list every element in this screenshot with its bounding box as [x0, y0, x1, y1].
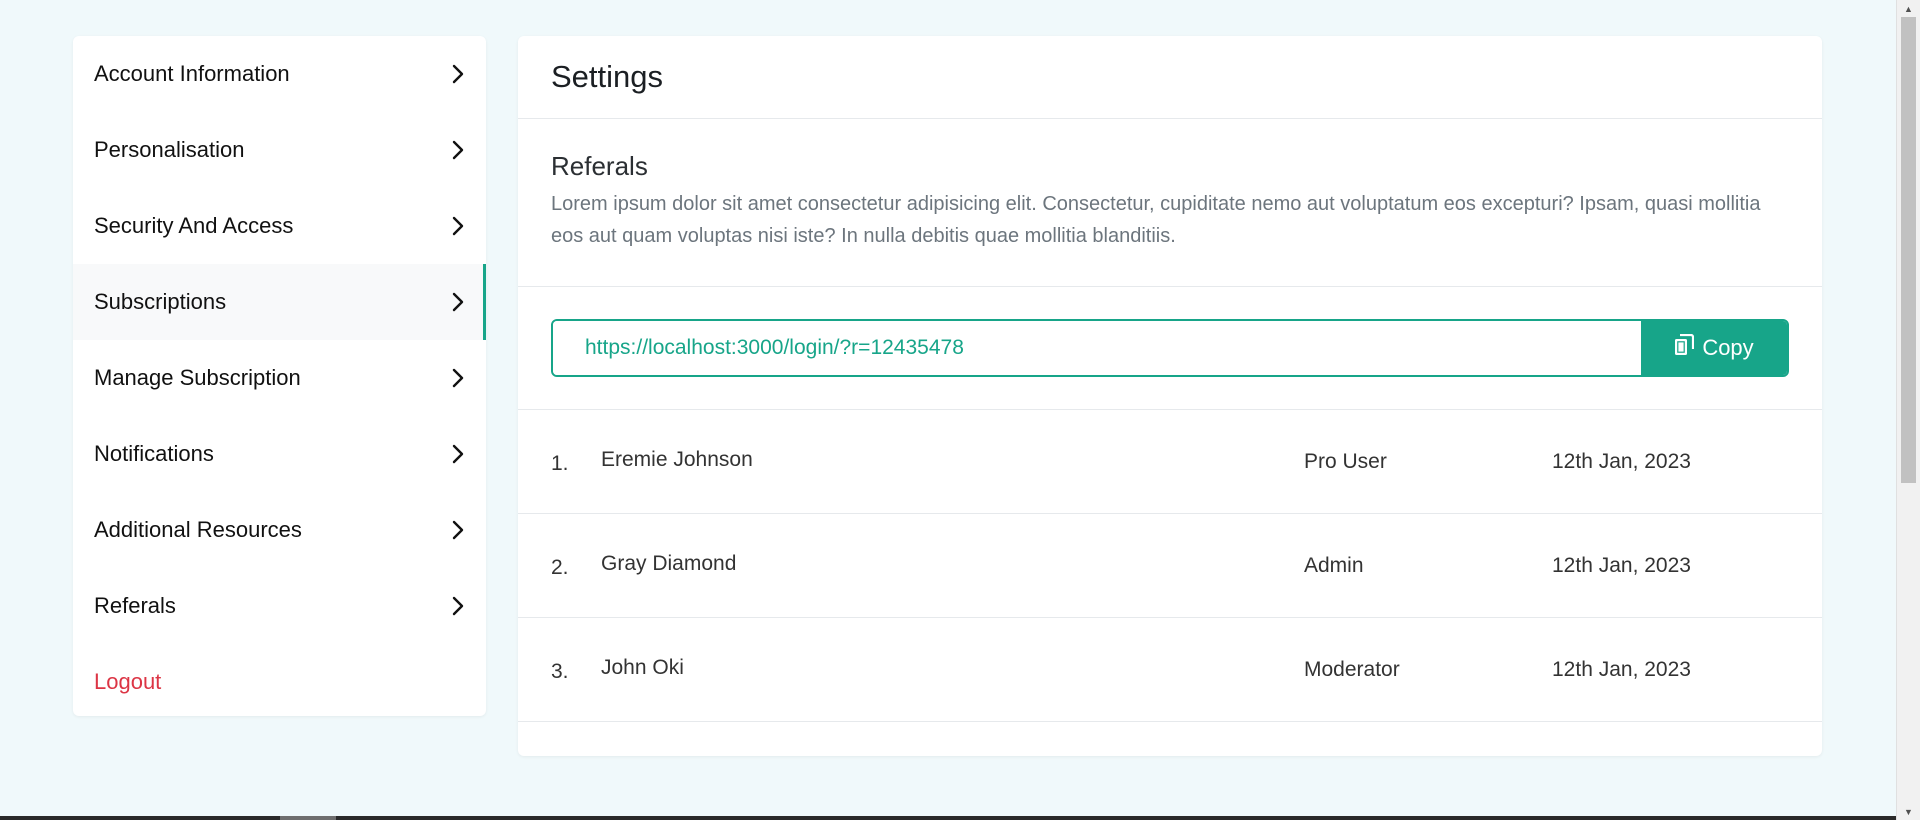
- referral-date: 12th Jan, 2023: [1552, 449, 1691, 473]
- chevron-right-icon: [451, 443, 465, 465]
- sidebar-item-personalisation[interactable]: Personalisation: [73, 112, 486, 188]
- section-description: Lorem ipsum dolor sit amet consectetur a…: [551, 193, 1761, 247]
- referals-section: Referals Lorem ipsum dolor sit amet cons…: [518, 119, 1822, 287]
- sidebar-item-label: Referals: [94, 593, 176, 618]
- referral-link-row: Copy: [518, 287, 1822, 410]
- referral-index: 3.: [551, 659, 569, 683]
- chevron-right-icon: [451, 367, 465, 389]
- chevron-right-icon: [451, 63, 465, 85]
- page-title: Settings: [551, 59, 664, 94]
- referral-link-group: Copy: [551, 319, 1789, 377]
- chevron-right-icon: [451, 291, 465, 313]
- sidebar-item-additional-resources[interactable]: Additional Resources: [73, 492, 486, 568]
- referral-name: Gray Diamond: [601, 551, 737, 575]
- scroll-up-arrow-icon[interactable]: ▲: [1897, 0, 1920, 17]
- referral-row: 1. Eremie Johnson Pro User 12th Jan, 202…: [518, 410, 1822, 514]
- sidebar-item-label: Additional Resources: [94, 517, 302, 542]
- sidebar-item-label: Account Information: [94, 61, 290, 86]
- page: Account Information Personalisation Secu…: [0, 0, 1920, 820]
- sidebar-item-label: Subscriptions: [94, 289, 227, 314]
- panel-header: Settings: [518, 36, 1822, 119]
- referral-date: 12th Jan, 2023: [1552, 553, 1691, 577]
- scrollbar-thumb[interactable]: [1901, 17, 1916, 483]
- settings-panel: Settings Referals Lorem ipsum dolor sit …: [518, 36, 1822, 756]
- horizontal-scrollbar[interactable]: [0, 816, 1896, 820]
- sidebar-item-label: Security And Access: [94, 213, 294, 238]
- sidebar-item-notifications[interactable]: Notifications: [73, 416, 486, 492]
- referral-role: Pro User: [1304, 449, 1387, 473]
- sidebar-item-label: Personalisation: [94, 137, 245, 162]
- referral-role: Moderator: [1304, 657, 1400, 681]
- referral-index: 2.: [551, 555, 569, 579]
- referral-index: 1.: [551, 451, 569, 475]
- copy-icon: [1674, 333, 1695, 362]
- sidebar-item-security-and-access[interactable]: Security And Access: [73, 188, 486, 264]
- copy-button[interactable]: Copy: [1641, 321, 1787, 375]
- sidebar-item-manage-subscription[interactable]: Manage Subscription: [73, 340, 486, 416]
- referral-row: 3. John Oki Moderator 12th Jan, 2023: [518, 618, 1822, 722]
- referral-row: 2. Gray Diamond Admin 12th Jan, 2023: [518, 514, 1822, 618]
- chevron-right-icon: [451, 215, 465, 237]
- vertical-scrollbar[interactable]: ▲ ▼: [1896, 0, 1920, 820]
- sidebar-item-label: Manage Subscription: [94, 365, 301, 390]
- logout-label: Logout: [94, 669, 162, 694]
- referral-name: Eremie Johnson: [601, 447, 753, 471]
- referral-link-input[interactable]: [553, 321, 1641, 375]
- sidebar-item-subscriptions[interactable]: Subscriptions: [73, 264, 486, 340]
- sidebar-item-account-information[interactable]: Account Information: [73, 36, 486, 112]
- chevron-right-icon: [451, 139, 465, 161]
- chevron-right-icon: [451, 519, 465, 541]
- horizontal-scrollbar-thumb[interactable]: [280, 816, 336, 820]
- settings-sidebar: Account Information Personalisation Secu…: [73, 36, 486, 716]
- referral-date: 12th Jan, 2023: [1552, 657, 1691, 681]
- scroll-down-arrow-icon[interactable]: ▼: [1897, 803, 1920, 820]
- copy-button-label: Copy: [1702, 335, 1754, 360]
- chevron-right-icon: [451, 595, 465, 617]
- referral-role: Admin: [1304, 553, 1364, 577]
- section-title: Referals: [551, 151, 648, 181]
- logout-button[interactable]: Logout: [73, 644, 486, 716]
- sidebar-item-referals[interactable]: Referals: [73, 568, 486, 644]
- referral-name: John Oki: [601, 655, 684, 679]
- sidebar-item-label: Notifications: [94, 441, 214, 466]
